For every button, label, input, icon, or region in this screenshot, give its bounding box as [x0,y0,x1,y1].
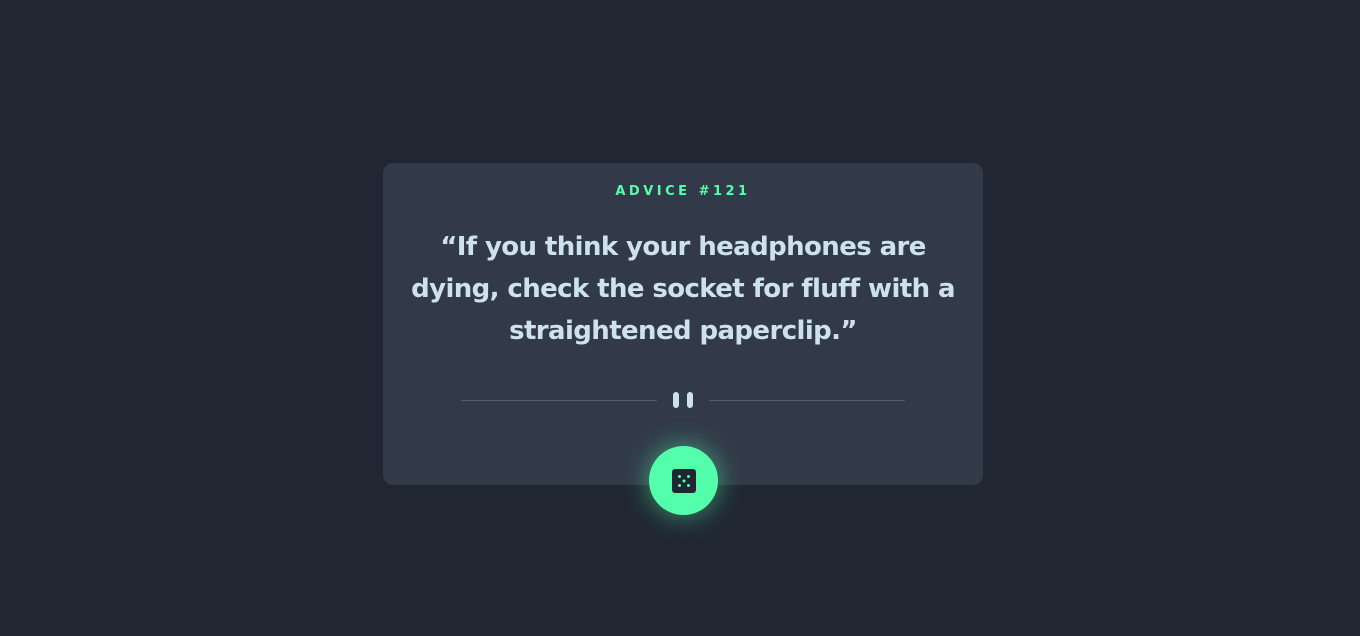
advice-card: ADVICE #121 “If you think your headphone… [383,163,983,485]
pause-bar-right [687,392,693,408]
new-advice-button[interactable] [649,446,718,515]
advice-number: ADVICE #121 [615,184,751,199]
pause-bar-left [673,392,679,408]
pause-icon [673,391,693,409]
advice-quote: “If you think your headphones are dying,… [411,232,955,346]
divider-line-right [709,400,905,401]
divider-line-left [461,400,657,401]
dice-icon [671,468,696,493]
divider [461,391,905,409]
